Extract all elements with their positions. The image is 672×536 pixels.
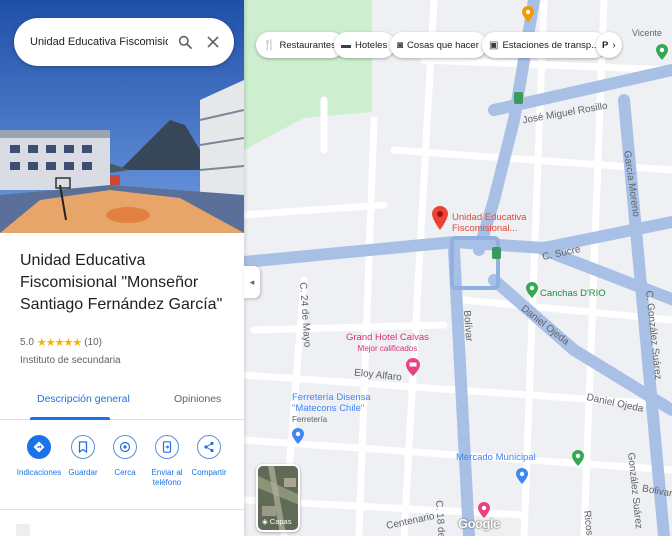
chip-label: Hoteles: [355, 39, 388, 51]
collapse-panel-button[interactable]: ◂: [244, 266, 260, 298]
chip-restaurantes[interactable]: 🍴 Restaurantes: [256, 32, 344, 58]
location-marker[interactable]: [432, 206, 448, 230]
mercado-pin[interactable]: [516, 468, 528, 484]
ferreteria-name: Ferretería Disensa "Matecons Chile": [292, 392, 371, 414]
chip-hoteles[interactable]: ▬ Hoteles: [334, 32, 396, 58]
tab-overview[interactable]: Descripción general: [37, 393, 130, 405]
next-section-icon: [16, 524, 30, 536]
hotel-pin[interactable]: [406, 358, 420, 376]
restaurant-icon: 🍴: [263, 39, 276, 51]
star-rating-icon: ★★★★★: [36, 337, 82, 349]
active-tab-indicator: [30, 417, 110, 420]
directions-label: Indicaciones: [16, 468, 62, 477]
hotel-subtitle: Mejor calificados: [357, 344, 418, 353]
nearby-button[interactable]: Cerca: [105, 435, 145, 478]
chevron-right-icon: ›: [612, 39, 616, 51]
marker-label: Unidad Educativa Fiscomisional...: [452, 212, 527, 234]
chevron-left-icon: ◂: [249, 276, 255, 287]
share-label: Compartir: [191, 468, 227, 477]
chip-label: P: [602, 39, 609, 51]
bookmark-icon: [71, 435, 95, 459]
hotel-name: Grand Hotel Calvas: [346, 332, 429, 343]
mercado-label: Mercado Municipal: [456, 452, 536, 463]
place-tabs: Descripción general Opiniones: [0, 384, 244, 420]
place-title: Unidad Educativa Fiscomisional "Monseñor…: [20, 252, 223, 313]
ferreteria-pin[interactable]: [292, 428, 304, 444]
chip-cosas-que-hacer[interactable]: ◙ Cosas que hacer: [390, 32, 487, 58]
send-to-phone-label: Enviar al teléfono: [151, 468, 183, 487]
chip-label: Cosas que hacer: [407, 39, 479, 51]
directions-icon: [27, 435, 51, 459]
save-button[interactable]: Guardar: [63, 435, 103, 478]
chip-label: Restaurantes: [279, 39, 336, 51]
send-to-phone-button[interactable]: Enviar al teléfono: [147, 435, 187, 488]
canchas-pin[interactable]: [526, 282, 538, 298]
poi-pin-right[interactable]: [656, 44, 668, 60]
chip-label: Estaciones de transp...: [502, 39, 600, 51]
map-canvas[interactable]: José Miguel Rosillo García Moreno C. Suc…: [244, 0, 672, 536]
street-label-vicente: Vicente: [632, 28, 662, 38]
layers-button[interactable]: ◈ Capas: [256, 464, 300, 532]
share-icon: [197, 435, 221, 459]
review-count[interactable]: (10): [84, 337, 102, 348]
place-category[interactable]: Instituto de secundaria: [20, 355, 121, 366]
tab-reviews[interactable]: Opiniones: [174, 393, 221, 405]
rating-value: 5.0: [20, 337, 34, 348]
ferreteria-subtitle: Ferretería: [292, 415, 328, 424]
save-label: Guardar: [68, 468, 98, 477]
action-buttons: Indicaciones Guardar Cerca Enviar al tel…: [0, 430, 244, 510]
google-logo: Google: [458, 516, 500, 531]
chip-estaciones[interactable]: ▣ Estaciones de transp...: [482, 32, 608, 58]
chip-more[interactable]: P ›: [596, 32, 622, 58]
hotel-label: Grand Hotel Calvas Mejor calificados: [346, 332, 429, 354]
layers-label: Capas: [269, 517, 292, 526]
place-photo[interactable]: Unidad Educativa Fiscomisional "Mor: [0, 0, 244, 233]
place-panel: Unidad Educativa Fiscomisional "Mor Unid…: [0, 0, 244, 536]
nearby-label: Cerca: [114, 468, 136, 477]
canchas-label: Canchas D'RIO: [540, 288, 606, 299]
share-button[interactable]: Compartir: [189, 435, 229, 478]
street-label-bolivar: Bolívar: [461, 310, 475, 342]
camera-icon: ◙: [397, 39, 404, 51]
search-box[interactable]: Unidad Educativa Fiscomisional "Mor: [14, 18, 234, 66]
layers-label-wrap: ◈ Capas: [262, 517, 291, 526]
layers-icon: ◈: [262, 517, 268, 526]
search-input[interactable]: Unidad Educativa Fiscomisional "Mor: [30, 36, 168, 48]
park-pin[interactable]: [572, 450, 584, 466]
close-icon[interactable]: [202, 31, 224, 53]
transit-icon: ▣: [489, 39, 499, 51]
ferreteria-label: Ferretería Disensa "Matecons Chile" Ferr…: [292, 392, 384, 425]
place-rating[interactable]: 5.0 ★★★★★ (10): [20, 336, 102, 349]
directions-button[interactable]: Indicaciones: [16, 435, 62, 478]
search-icon[interactable]: [174, 31, 196, 53]
send-to-phone-icon: [155, 435, 179, 459]
nearby-icon: [113, 435, 137, 459]
poi-pin-top[interactable]: [522, 6, 534, 22]
hotel-icon: ▬: [341, 39, 351, 51]
